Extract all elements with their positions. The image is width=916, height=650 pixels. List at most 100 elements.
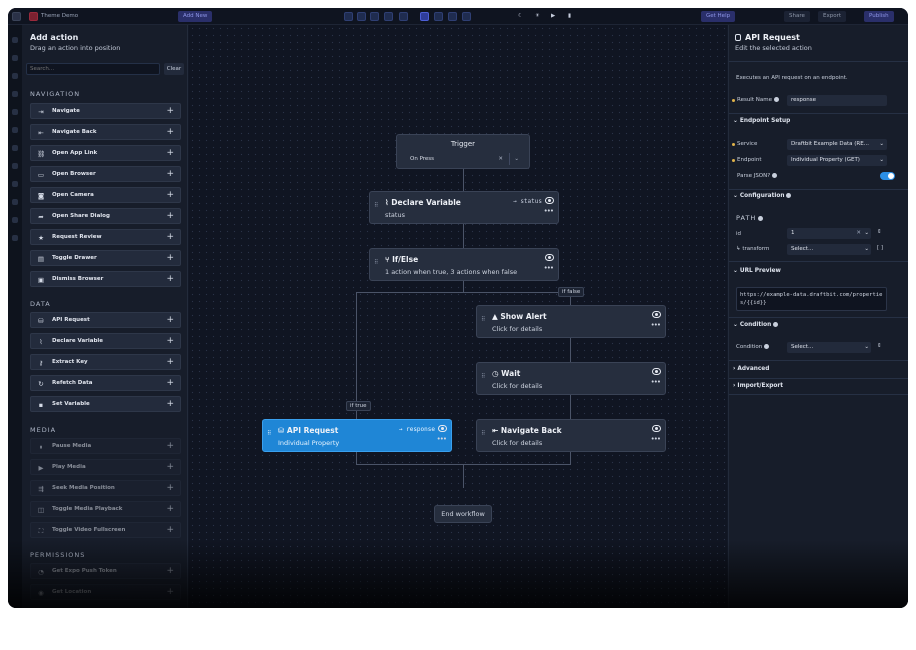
action-item[interactable]: ↻ Refetch Data + (30, 375, 181, 391)
menu-icon[interactable] (12, 12, 21, 21)
plus-icon[interactable]: + (166, 232, 174, 242)
add-new-button[interactable]: Add New (178, 11, 213, 22)
transform-select[interactable]: Select... ⌄ (787, 244, 871, 255)
eye-icon[interactable] (652, 311, 661, 318)
action-item[interactable]: ⇥ Navigate + (30, 103, 181, 119)
id-input[interactable]: 1 ✕ ⌄ (787, 228, 871, 239)
plus-icon[interactable]: + (166, 190, 174, 200)
rail-settings-icon[interactable] (12, 163, 18, 169)
platform-other-icon[interactable] (462, 12, 471, 21)
eye-icon[interactable] (545, 254, 554, 261)
plus-icon[interactable]: + (166, 148, 174, 158)
eye-icon[interactable] (652, 368, 661, 375)
app-name[interactable]: Theme Demo (41, 11, 78, 22)
device-monitor-icon[interactable] (399, 12, 408, 21)
configuration-section[interactable]: ⌄ Configuration (733, 193, 792, 199)
condition-section[interactable]: ⌄ Condition (733, 322, 779, 328)
plus-icon[interactable]: + (166, 462, 174, 472)
device-tablet-icon[interactable] (370, 12, 379, 21)
url-preview-section[interactable]: ⌄ URL Preview (733, 268, 781, 274)
sun-icon[interactable]: ☀ (535, 11, 540, 22)
rail-account-icon[interactable] (12, 235, 18, 241)
node-api-request[interactable]: ⠿ ⛁ API Request Individual Property → re… (262, 419, 452, 452)
node-show-alert[interactable]: ⠿ ▲ Show Alert Click for details ••• (476, 305, 666, 338)
node-navigate-back[interactable]: ⠿ ⇤ Navigate Back Click for details ••• (476, 419, 666, 452)
rail-components-icon[interactable] (12, 55, 18, 61)
platform-ios-icon[interactable] (434, 12, 443, 21)
action-item[interactable]: ◉ Get Location + (30, 584, 181, 600)
plus-icon[interactable]: + (166, 566, 174, 576)
endpoint-setup-section[interactable]: ⌄ Endpoint Setup (733, 118, 790, 124)
clear-search-button[interactable]: Clear (164, 63, 184, 75)
service-select[interactable]: Draftbit Example Data (RE... ⌄ (787, 139, 887, 150)
advanced-section[interactable]: › Advanced (733, 366, 769, 372)
bracket-icon[interactable]: [ ] (877, 245, 883, 251)
action-search-input[interactable] (26, 63, 160, 75)
plus-icon[interactable]: + (166, 483, 174, 493)
plus-icon[interactable]: + (166, 378, 174, 388)
plus-icon[interactable]: + (166, 504, 174, 514)
import-export-section[interactable]: › Import/Export (733, 383, 783, 389)
drag-handle-icon[interactable]: ⠿ (374, 259, 378, 266)
chevron-down-icon[interactable]: ⌄ (509, 153, 519, 165)
plus-icon[interactable]: + (166, 441, 174, 451)
action-item[interactable]: ★ Request Review + (30, 229, 181, 245)
moon-icon[interactable]: ☾ (518, 11, 523, 22)
export-button[interactable]: Export (818, 11, 847, 22)
trigger-node[interactable]: Trigger On Press ✕ ⌄ (396, 134, 530, 169)
platform-web-icon[interactable] (420, 12, 429, 21)
action-item[interactable]: ⚷ Extract Key + (30, 354, 181, 370)
action-item[interactable]: ▶ Play Media + (30, 459, 181, 475)
chart-icon[interactable]: ▮ (568, 11, 571, 22)
more-options-icon[interactable]: ••• (651, 435, 661, 443)
more-options-icon[interactable]: ••• (544, 264, 554, 272)
trigger-select[interactable]: On Press ✕ ⌄ (403, 153, 525, 165)
rail-data-icon[interactable] (12, 73, 18, 79)
plus-icon[interactable]: + (166, 315, 174, 325)
action-item[interactable]: ⏸ Pause Media + (30, 438, 181, 454)
plus-icon[interactable]: + (166, 357, 174, 367)
action-item[interactable]: ◫ Toggle Media Playback + (30, 501, 181, 517)
node-wait[interactable]: ⠿ ◷ Wait Click for details ••• (476, 362, 666, 395)
device-desktop-icon[interactable] (384, 12, 393, 21)
plus-icon[interactable]: + (166, 399, 174, 409)
more-options-icon[interactable]: ••• (651, 321, 661, 329)
action-item[interactable]: ◙ Open Camera + (30, 187, 181, 203)
plus-icon[interactable]: + (166, 127, 174, 137)
stepper-icon[interactable]: ⇕ (877, 343, 882, 349)
play-icon[interactable]: ▶ (551, 11, 555, 22)
eye-icon[interactable] (652, 425, 661, 432)
condition-select[interactable]: Select... ⌄ (787, 342, 871, 353)
device-phone-alt-icon[interactable] (357, 12, 366, 21)
plus-icon[interactable]: + (166, 253, 174, 263)
action-item[interactable]: ⇶ Seek Media Position + (30, 480, 181, 496)
more-options-icon[interactable]: ••• (437, 435, 447, 443)
drag-handle-icon[interactable]: ⠿ (481, 430, 485, 437)
action-item[interactable]: ▪ Set Variable + (30, 396, 181, 412)
plus-icon[interactable]: + (166, 274, 174, 284)
workflow-canvas[interactable]: Trigger On Press ✕ ⌄ ⠿ ⌇ Declare Variabl… (189, 25, 727, 608)
device-phone-icon[interactable] (344, 12, 353, 21)
action-item[interactable]: ⇤ Navigate Back + (30, 124, 181, 140)
rail-assets-icon[interactable] (12, 91, 18, 97)
plus-icon[interactable]: + (166, 106, 174, 116)
node-if-else[interactable]: ⠿ ⑂ If/Else 1 action when true, 3 action… (369, 248, 559, 281)
eye-icon[interactable] (545, 197, 554, 204)
more-options-icon[interactable]: ••• (651, 378, 661, 386)
parse-json-toggle[interactable] (880, 172, 895, 180)
action-item[interactable]: ⛶ Toggle Video Fullscreen + (30, 522, 181, 538)
drag-handle-icon[interactable]: ⠿ (481, 373, 485, 380)
action-item[interactable]: ▭ Open Browser + (30, 166, 181, 182)
node-declare-variable[interactable]: ⠿ ⌇ Declare Variable status → status ••• (369, 191, 559, 224)
drag-handle-icon[interactable]: ⠿ (374, 202, 378, 209)
clear-icon[interactable]: ✕ (498, 153, 503, 165)
endpoint-select[interactable]: Individual Property (GET) ⌄ (787, 155, 887, 166)
get-help-button[interactable]: Get Help (701, 11, 736, 22)
result-name-input[interactable]: response (787, 95, 887, 106)
action-item[interactable]: ➦ Open Share Dialog + (30, 208, 181, 224)
action-item[interactable]: ⌇ Declare Variable + (30, 333, 181, 349)
plus-icon[interactable]: + (166, 336, 174, 346)
rail-navigation-icon[interactable] (12, 145, 18, 151)
platform-android-icon[interactable] (448, 12, 457, 21)
drag-handle-icon[interactable]: ⠿ (267, 430, 271, 437)
